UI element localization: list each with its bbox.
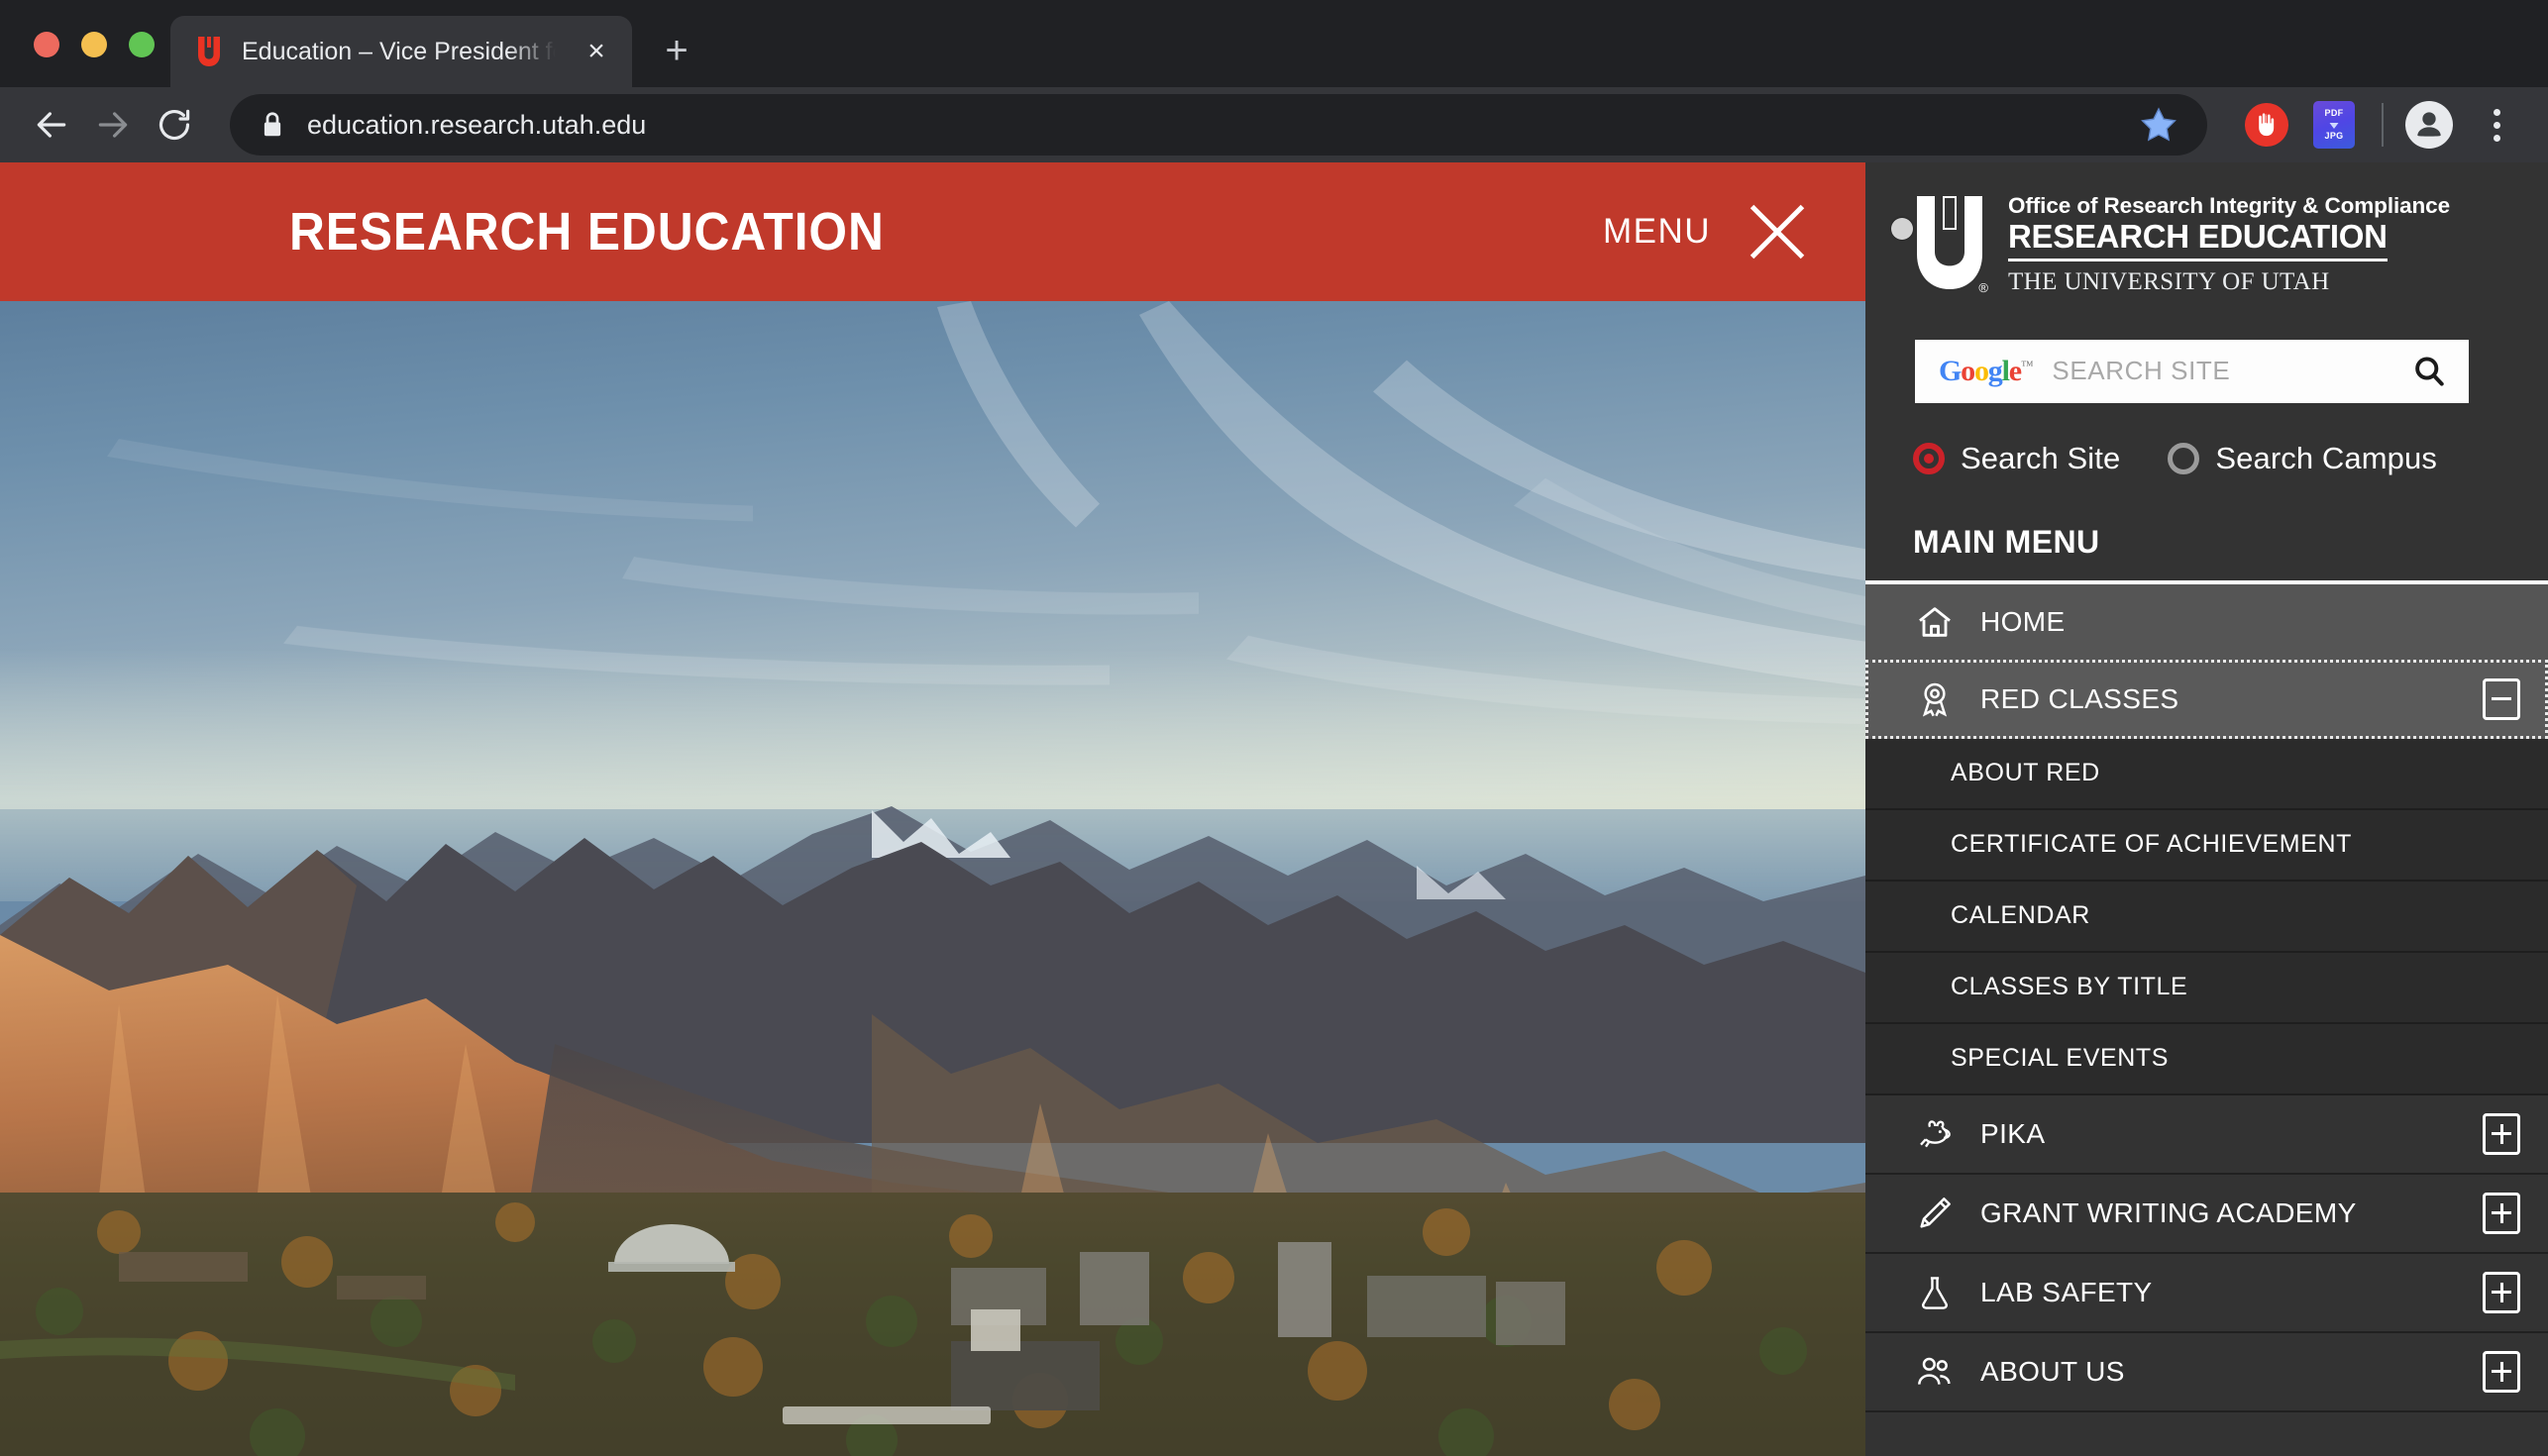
registered-mark: ® bbox=[1978, 279, 1988, 295]
sidebar-item-grant-writing-academy[interactable]: GRANT WRITING ACADEMY bbox=[1865, 1174, 2548, 1254]
sidebar-subitem-certificate-label: CERTIFICATE OF ACHIEVEMENT bbox=[1951, 830, 2352, 859]
sidebar-logo[interactable]: ® Office of Research Integrity & Complia… bbox=[1865, 162, 2548, 297]
radio-unselected-icon[interactable] bbox=[2168, 442, 2200, 474]
search-input[interactable] bbox=[2052, 356, 2411, 387]
home-icon bbox=[1913, 600, 1957, 644]
radio-search-site-label: Search Site bbox=[1961, 440, 2121, 475]
logo-line-research-education: RESEARCH EDUCATION bbox=[2008, 218, 2388, 261]
back-arrow-icon[interactable] bbox=[24, 97, 79, 153]
award-ribbon-icon bbox=[1913, 677, 1957, 721]
url-text: education.research.utah.edu bbox=[307, 109, 647, 140]
radio-search-campus-label: Search Campus bbox=[2215, 440, 2437, 475]
tab-strip: Education – Vice President for × + bbox=[0, 0, 2548, 87]
sidebar-item-home[interactable]: HOME bbox=[1865, 579, 2548, 660]
site-search-bar[interactable]: Google™ bbox=[1915, 339, 2469, 403]
browser-tab[interactable]: Education – Vice President for × bbox=[170, 16, 632, 87]
menu-label: MENU bbox=[1602, 212, 1711, 251]
google-tm: ™ bbox=[2020, 357, 2034, 372]
google-logo: Google™ bbox=[1939, 354, 2034, 387]
hero-image bbox=[0, 301, 1865, 1456]
radio-search-campus[interactable]: Search Campus bbox=[2168, 441, 2437, 476]
expand-plus-icon[interactable] bbox=[2483, 1192, 2520, 1234]
expand-plus-icon[interactable] bbox=[2483, 1350, 2520, 1393]
sidebar-item-lab-safety-label: LAB SAFETY bbox=[1980, 1276, 2153, 1307]
address-bar[interactable]: education.research.utah.edu bbox=[230, 94, 2207, 156]
sidebar-subitem-about-red-label: ABOUT RED bbox=[1951, 759, 2100, 787]
sidebar-item-about-us[interactable]: ABOUT US bbox=[1865, 1332, 2548, 1412]
star-icon-filled[interactable] bbox=[2132, 98, 2185, 152]
logo-line-university: THE UNIVERSITY OF UTAH bbox=[2008, 267, 2330, 295]
pika-animal-icon bbox=[1913, 1112, 1957, 1156]
pencil-icon bbox=[1913, 1192, 1957, 1235]
sidebar-item-grant-writing-academy-label: GRANT WRITING ACADEMY bbox=[1980, 1196, 2357, 1228]
menu-toggle[interactable]: MENU bbox=[1603, 203, 1806, 260]
sidebar-subitem-certificate[interactable]: CERTIFICATE OF ACHIEVEMENT bbox=[1865, 809, 2548, 882]
pdf-ext-label-top: PDF bbox=[2324, 108, 2344, 118]
site-brand-title: RESEARCH EDUCATION bbox=[289, 202, 885, 261]
browser-toolbar: education.research.utah.edu PDF JPG bbox=[0, 87, 2548, 162]
site-main-content: RESEARCH EDUCATION MENU bbox=[0, 162, 1865, 1456]
expand-plus-icon[interactable] bbox=[2483, 1271, 2520, 1313]
browser-window: Education – Vice President for × + educa… bbox=[0, 0, 2548, 1456]
reload-icon[interactable] bbox=[147, 97, 202, 153]
utah-u-favicon bbox=[192, 34, 226, 69]
sidebar-item-red-classes[interactable]: RED CLASSES bbox=[1865, 659, 2548, 739]
close-menu-icon[interactable] bbox=[1749, 203, 1806, 260]
tab-title: Education – Vice President for bbox=[242, 37, 559, 65]
sidebar-item-about-us-label: ABOUT US bbox=[1980, 1355, 2125, 1387]
minimize-window-button[interactable] bbox=[81, 32, 107, 57]
sidebar-item-home-label: HOME bbox=[1980, 605, 2066, 637]
sidebar-menu-list: HOME RED CLASSES ABOUT RED CERTIFICATE O… bbox=[1865, 579, 2548, 1412]
close-tab-button[interactable]: × bbox=[575, 30, 618, 73]
forward-arrow-icon[interactable] bbox=[85, 97, 141, 153]
maximize-window-button[interactable] bbox=[129, 32, 155, 57]
expand-plus-icon[interactable] bbox=[2483, 1112, 2520, 1155]
sidebar-subitem-classes-by-title[interactable]: CLASSES BY TITLE bbox=[1865, 952, 2548, 1024]
logo-line-office: Office of Research Integrity & Complianc… bbox=[2008, 193, 2451, 218]
sidebar-subitem-special-events[interactable]: SPECIAL EVENTS bbox=[1865, 1023, 2548, 1095]
hero-valley bbox=[0, 1193, 1865, 1456]
pdf-ext-label-bottom: JPG bbox=[2324, 131, 2344, 141]
sidebar-item-pika[interactable]: PIKA bbox=[1865, 1094, 2548, 1175]
utah-u-block-logo: ® bbox=[1913, 192, 1988, 295]
sidebar-item-pika-label: PIKA bbox=[1980, 1117, 2046, 1149]
sidebar-item-lab-safety[interactable]: LAB SAFETY bbox=[1865, 1253, 2548, 1333]
radio-selected-icon[interactable] bbox=[1913, 442, 1945, 474]
adblock-hand-icon[interactable] bbox=[2241, 99, 2292, 151]
profile-avatar-icon[interactable] bbox=[2405, 101, 2453, 149]
radio-search-site[interactable]: Search Site bbox=[1913, 441, 2120, 476]
people-icon bbox=[1913, 1350, 1957, 1394]
sidebar-subitem-special-events-label: SPECIAL EVENTS bbox=[1951, 1044, 2170, 1073]
sidebar-subitem-classes-by-title-label: CLASSES BY TITLE bbox=[1951, 973, 2188, 1001]
pdf-to-jpg-icon[interactable]: PDF JPG bbox=[2308, 99, 2360, 151]
page-body: RESEARCH EDUCATION MENU ® Office of Rese… bbox=[0, 162, 2548, 1456]
sidebar-logo-text: Office of Research Integrity & Complianc… bbox=[2008, 190, 2450, 297]
collapse-minus-icon[interactable] bbox=[2483, 677, 2520, 720]
toolbar-divider bbox=[2382, 103, 2384, 147]
close-window-button[interactable] bbox=[34, 32, 59, 57]
lock-icon bbox=[260, 110, 285, 140]
window-traffic-lights bbox=[0, 32, 155, 87]
main-menu-heading: MAIN MENU bbox=[1913, 523, 2100, 560]
flask-icon bbox=[1913, 1271, 1957, 1314]
three-dot-menu-icon[interactable] bbox=[2473, 97, 2520, 153]
mouse-cursor-indicator bbox=[1891, 218, 1913, 240]
sidebar-subitem-calendar[interactable]: CALENDAR bbox=[1865, 881, 2548, 953]
new-tab-button[interactable]: + bbox=[646, 20, 707, 81]
sidebar-subitem-about-red[interactable]: ABOUT RED bbox=[1865, 738, 2548, 810]
search-magnifier-icon[interactable] bbox=[2411, 354, 2447, 389]
sidebar-subitem-calendar-label: CALENDAR bbox=[1951, 901, 2090, 930]
hero-campus-detail bbox=[0, 1193, 1865, 1456]
site-sidebar: ® Office of Research Integrity & Complia… bbox=[1865, 162, 2548, 1456]
search-scope-group: Search Site Search Campus bbox=[1913, 441, 2548, 476]
sidebar-item-red-classes-label: RED CLASSES bbox=[1980, 682, 2179, 714]
site-header: RESEARCH EDUCATION MENU bbox=[0, 162, 1865, 301]
